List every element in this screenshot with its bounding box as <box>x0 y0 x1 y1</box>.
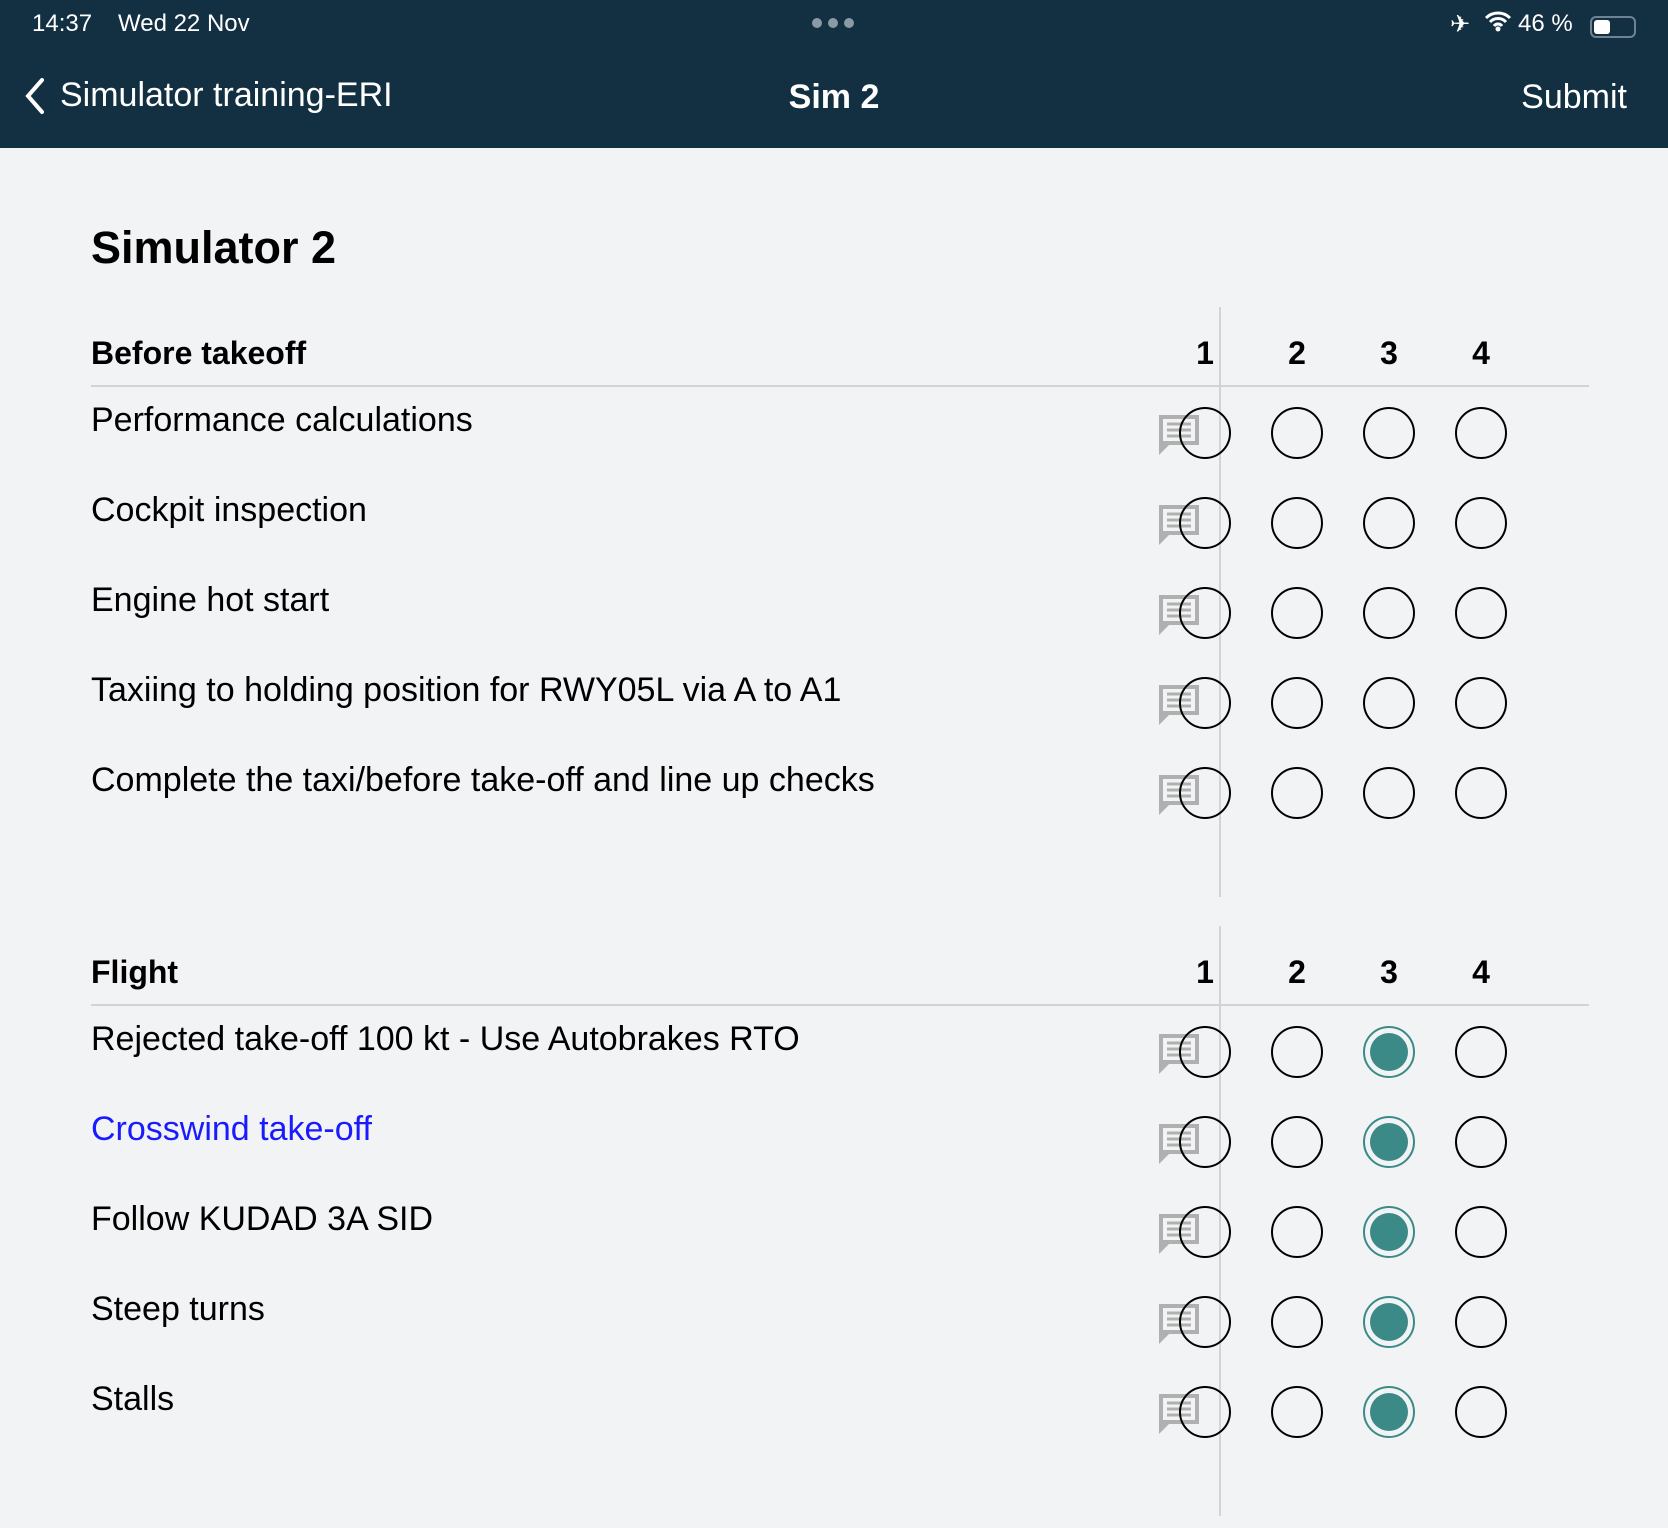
row-label: Complete the taxi/before take-off and li… <box>91 761 875 799</box>
row-label: Cockpit inspection <box>91 491 367 529</box>
column-header: 2 <box>1288 335 1306 371</box>
rating-radio-2[interactable] <box>1271 587 1323 639</box>
wifi-icon <box>1484 10 1512 39</box>
table-row: Complete the taxi/before take-off and li… <box>91 747 1589 837</box>
rating-radio-3[interactable] <box>1363 1386 1415 1438</box>
rating-radio-3[interactable] <box>1363 767 1415 819</box>
submit-button[interactable]: Submit <box>1521 78 1627 117</box>
rating-radio-1[interactable] <box>1179 1026 1231 1078</box>
rating-radio-2[interactable] <box>1271 1386 1323 1438</box>
rating-radio-2[interactable] <box>1271 407 1323 459</box>
table-row: Engine hot start <box>91 567 1589 657</box>
rating-radio-2[interactable] <box>1271 1206 1323 1258</box>
rating-radio-4[interactable] <box>1455 1116 1507 1168</box>
section-header: Flight 1 2 3 4 <box>91 926 1589 1006</box>
rating-radio-3[interactable] <box>1363 587 1415 639</box>
status-time: 14:37 <box>32 10 93 37</box>
header-bar: 14:37 Wed 22 Nov ✈ 46 % Simulator traini… <box>0 0 1668 148</box>
rating-radio-1[interactable] <box>1179 767 1231 819</box>
row-label: Engine hot start <box>91 581 330 619</box>
rating-radio-1[interactable] <box>1179 1386 1231 1438</box>
rating-radio-1[interactable] <box>1179 497 1231 549</box>
row-label[interactable]: Crosswind take-off <box>91 1110 372 1149</box>
rating-radio-1[interactable] <box>1179 587 1231 639</box>
section-1: Flight 1 2 3 4 Rejected take-off 100 kt - Use… <box>91 926 1589 1516</box>
table-row: Cockpit inspection <box>91 477 1589 567</box>
row-label: Stalls <box>91 1380 175 1418</box>
rating-radio-4[interactable] <box>1455 1296 1507 1348</box>
status-date: Wed 22 Nov <box>118 10 250 37</box>
table-row: Stalls <box>91 1366 1589 1456</box>
battery-icon <box>1584 12 1636 40</box>
rating-radio-4[interactable] <box>1455 767 1507 819</box>
rating-radio-1[interactable] <box>1179 1206 1231 1258</box>
section-0: Before takeoff 1 2 3 4 Performance calculatio… <box>91 307 1589 897</box>
rating-radio-4[interactable] <box>1455 587 1507 639</box>
row-label: Taxiing to holding position for RWY05L v… <box>91 671 842 709</box>
multitasking-dots-icon[interactable] <box>812 18 854 28</box>
section-title: Before takeoff <box>91 335 307 371</box>
rating-radio-2[interactable] <box>1271 677 1323 729</box>
rating-radio-1[interactable] <box>1179 1296 1231 1348</box>
row-label: Steep turns <box>91 1290 265 1328</box>
table-row: Performance calculations <box>91 387 1589 477</box>
rating-radio-4[interactable] <box>1455 1386 1507 1438</box>
rating-radio-2[interactable] <box>1271 767 1323 819</box>
rating-radio-4[interactable] <box>1455 407 1507 459</box>
row-label: Rejected take-off 100 kt - Use Autobrake… <box>91 1020 800 1058</box>
rating-radio-4[interactable] <box>1455 677 1507 729</box>
rating-radio-1[interactable] <box>1179 1116 1231 1168</box>
rating-radio-4[interactable] <box>1455 497 1507 549</box>
back-label: Simulator training-ERI <box>60 76 393 114</box>
row-label: Follow KUDAD 3A SID <box>91 1200 433 1238</box>
rating-radio-1[interactable] <box>1179 677 1231 729</box>
rating-radio-4[interactable] <box>1455 1026 1507 1078</box>
rating-radio-4[interactable] <box>1455 1206 1507 1258</box>
column-header: 3 <box>1380 954 1398 990</box>
table-row: Crosswind take-off <box>91 1096 1589 1186</box>
table-row: Rejected take-off 100 kt - Use Autobrake… <box>91 1006 1589 1096</box>
airplane-mode-icon: ✈ <box>1450 11 1471 38</box>
row-label: Performance calculations <box>91 401 473 439</box>
table-row: Taxiing to holding position for RWY05L v… <box>91 657 1589 747</box>
rating-radio-2[interactable] <box>1271 497 1323 549</box>
column-header: 1 <box>1196 954 1214 990</box>
rating-radio-1[interactable] <box>1179 407 1231 459</box>
column-header: 1 <box>1196 335 1214 371</box>
table-row: Follow KUDAD 3A SID <box>91 1186 1589 1276</box>
column-header: 4 <box>1472 954 1490 990</box>
rating-radio-3[interactable] <box>1363 497 1415 549</box>
rating-radio-2[interactable] <box>1271 1116 1323 1168</box>
rating-radio-2[interactable] <box>1271 1026 1323 1078</box>
rating-radio-2[interactable] <box>1271 1296 1323 1348</box>
column-header: 3 <box>1380 335 1398 371</box>
rating-radio-3[interactable] <box>1363 1116 1415 1168</box>
column-header: 2 <box>1288 954 1306 990</box>
section-title: Flight <box>91 954 179 990</box>
chevron-left-icon <box>25 77 44 114</box>
rating-radio-3[interactable] <box>1363 1026 1415 1078</box>
page-title: Simulator 2 <box>91 222 337 273</box>
back-button[interactable]: Simulator training-ERI <box>24 76 393 115</box>
table-row: Steep turns <box>91 1276 1589 1366</box>
rating-radio-3[interactable] <box>1363 407 1415 459</box>
rating-radio-3[interactable] <box>1363 1206 1415 1258</box>
rating-radio-3[interactable] <box>1363 677 1415 729</box>
column-header: 4 <box>1472 335 1490 371</box>
rating-radio-3[interactable] <box>1363 1296 1415 1348</box>
section-header: Before takeoff 1 2 3 4 <box>91 307 1589 387</box>
battery-percent: 46 % <box>1518 10 1573 37</box>
